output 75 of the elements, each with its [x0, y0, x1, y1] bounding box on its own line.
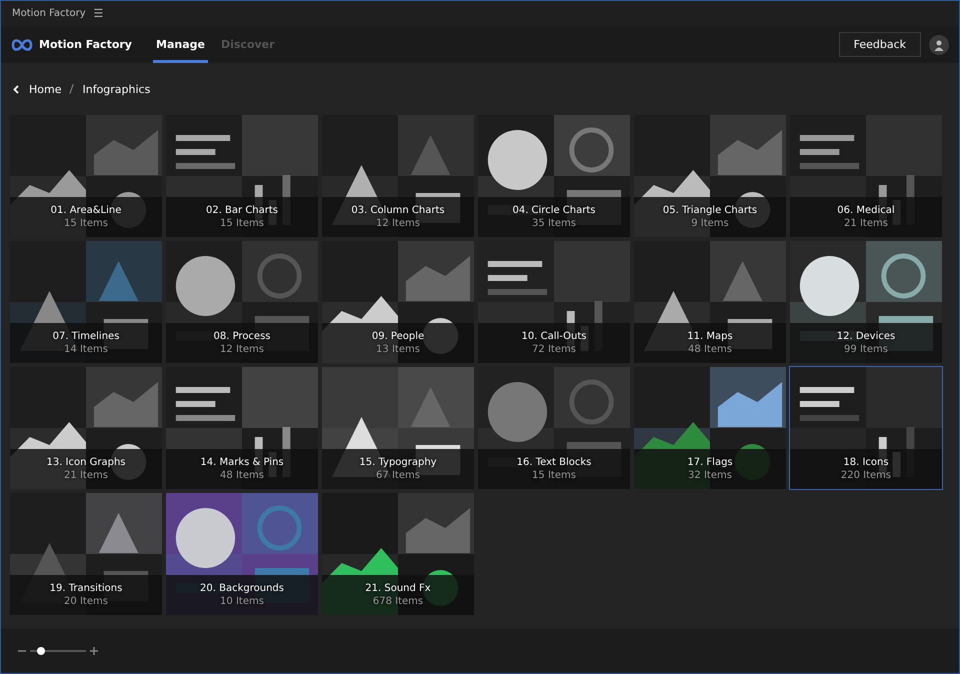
item-count: 67 Items — [376, 470, 420, 481]
category-tile[interactable]: 17. Flags 32 Items — [634, 367, 786, 489]
item-count: 15 Items — [532, 470, 576, 481]
item-count: 10 Items — [220, 596, 264, 607]
category-tile[interactable]: 07. Timelines 14 Items — [10, 241, 162, 363]
zoom-in-icon[interactable] — [90, 647, 98, 655]
tile-title: 06. Medical — [837, 205, 895, 216]
item-count: 20 Items — [64, 596, 108, 607]
category-tile[interactable]: 21. Sound Fx 678 Items — [322, 493, 474, 615]
breadcrumb-item: Infographics — [82, 82, 150, 96]
tile-title: 07. Timelines — [52, 331, 120, 342]
category-tile[interactable]: 13. Icon Graphs 21 Items — [10, 367, 162, 489]
breadcrumb-item[interactable]: Home — [29, 82, 62, 96]
item-count: 678 Items — [372, 596, 424, 607]
category-tile[interactable]: 09. People 13 Items — [322, 241, 474, 363]
tile-title: 02. Bar Charts — [206, 205, 278, 216]
item-count: 48 Items — [688, 344, 732, 355]
category-tile[interactable]: 14. Marks & Pins 48 Items — [166, 367, 318, 489]
tile-title: 14. Marks & Pins — [200, 457, 284, 468]
item-count: 12 Items — [376, 218, 420, 229]
tile-title: 17. Flags — [687, 457, 733, 468]
tile-title: 19. Transitions — [50, 583, 122, 594]
item-count: 72 Items — [532, 344, 576, 355]
item-count: 12 Items — [220, 344, 264, 355]
category-tile[interactable]: 11. Maps 48 Items — [634, 241, 786, 363]
tile-title: 04. Circle Charts — [512, 205, 596, 216]
category-tile[interactable]: 08. Process 12 Items — [166, 241, 318, 363]
category-tile[interactable]: 20. Backgrounds 10 Items — [166, 493, 318, 615]
category-tile[interactable]: 05. Triangle Charts 9 Items — [634, 115, 786, 237]
tile-title: 01. Area&Line — [50, 205, 122, 216]
nav-tab[interactable]: Manage — [153, 26, 208, 63]
tile-title: 16. Text Blocks — [516, 457, 592, 468]
category-tile[interactable]: 03. Column Charts 12 Items — [322, 115, 474, 237]
tile-title: 03. Column Charts — [351, 205, 445, 216]
feedback-button[interactable]: Feedback — [838, 32, 921, 57]
slider-thumb[interactable] — [37, 647, 46, 655]
tile-title: 09. People — [372, 331, 424, 342]
category-tile[interactable]: 18. Icons 220 Items — [790, 367, 942, 489]
tile-title: 20. Backgrounds — [200, 583, 284, 594]
item-count: 99 Items — [844, 344, 888, 355]
item-count: 15 Items — [64, 218, 108, 229]
item-count: 13 Items — [376, 344, 420, 355]
item-count: 21 Items — [64, 470, 108, 481]
item-count: 32 Items — [688, 470, 732, 481]
item-count: 14 Items — [64, 344, 108, 355]
category-tile[interactable]: 01. Area&Line 15 Items — [10, 115, 162, 237]
back-icon[interactable] — [13, 84, 19, 94]
app-title: Motion Factory — [12, 8, 86, 19]
category-tile[interactable]: 16. Text Blocks 15 Items — [478, 367, 630, 489]
tile-title: 12. Devices — [836, 331, 896, 342]
category-tile[interactable]: 15. Typography 67 Items — [322, 367, 474, 489]
tile-title: 18. Icons — [843, 457, 889, 468]
category-tile[interactable]: 10. Call-Outs 72 Items — [478, 241, 630, 363]
tile-title: 08. Process — [213, 331, 271, 342]
category-tile[interactable]: 12. Devices 99 Items — [790, 241, 942, 363]
user-avatar[interactable] — [929, 34, 949, 54]
category-tile[interactable]: 19. Transitions 20 Items — [10, 493, 162, 615]
tile-title: 10. Call-Outs — [522, 331, 586, 342]
category-tile[interactable]: 02. Bar Charts 15 Items — [166, 115, 318, 237]
item-count: 220 Items — [840, 470, 892, 481]
tile-title: 13. Icon Graphs — [46, 457, 126, 468]
tile-title: 11. Maps — [687, 331, 733, 342]
item-count: 35 Items — [532, 218, 576, 229]
item-count: 48 Items — [220, 470, 264, 481]
category-tile[interactable]: 06. Medical 21 Items — [790, 115, 942, 237]
menu-button[interactable]: ☰ — [94, 7, 104, 20]
logo-icon — [11, 38, 33, 52]
item-count: 21 Items — [844, 218, 888, 229]
item-count: 9 Items — [691, 218, 729, 229]
item-count: 15 Items — [220, 218, 264, 229]
tile-title: 15. Typography — [359, 457, 437, 468]
tile-title: 21. Sound Fx — [365, 583, 431, 594]
tile-title: 05. Triangle Charts — [662, 205, 758, 216]
category-tile[interactable]: 04. Circle Charts 35 Items — [478, 115, 630, 237]
brand-name: Motion Factory — [39, 38, 133, 51]
